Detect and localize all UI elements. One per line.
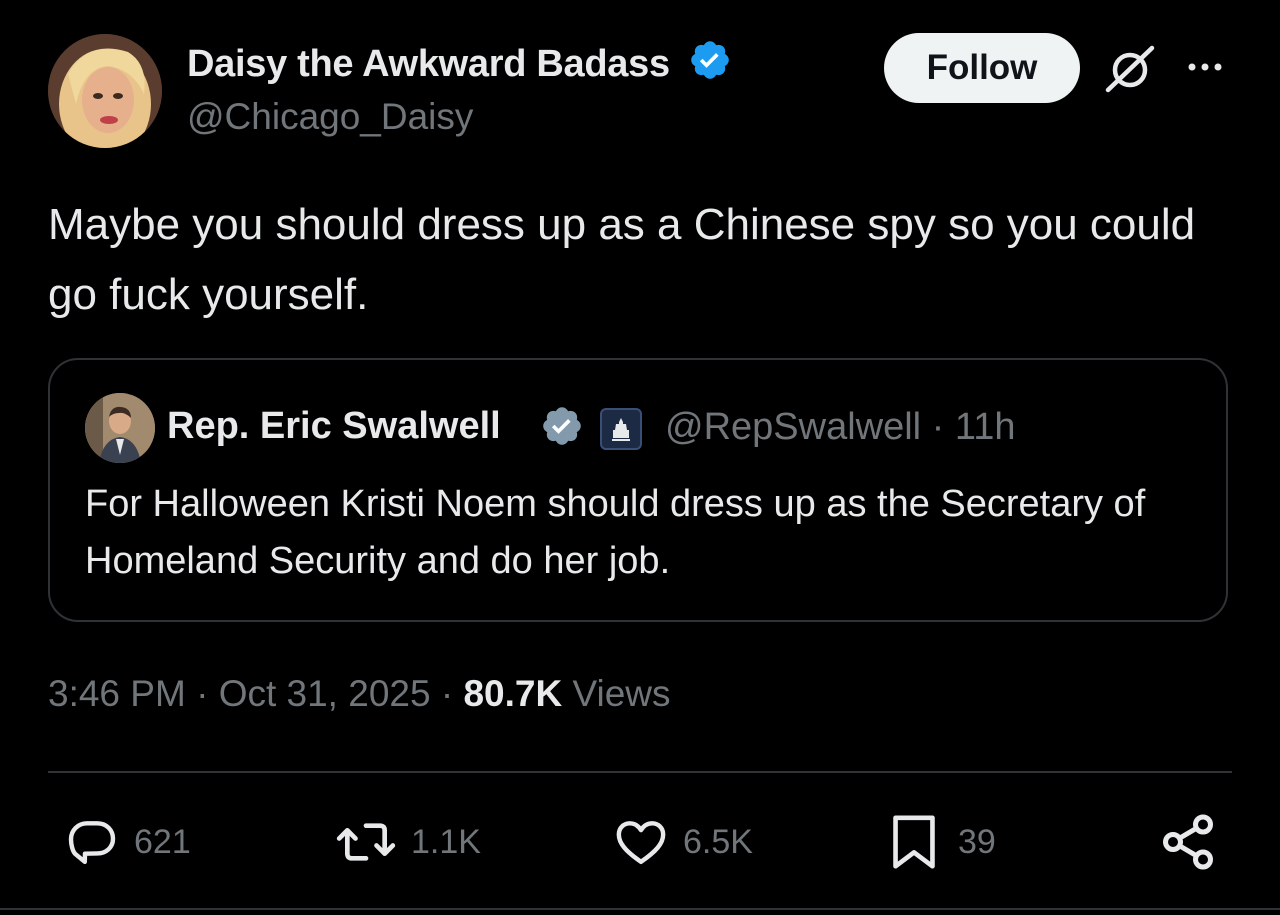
like-count: 6.5K <box>683 822 753 861</box>
bookmark-count: 39 <box>958 822 996 861</box>
author-handle[interactable]: @Chicago_Daisy <box>187 96 473 138</box>
quoted-author-name[interactable]: Rep. Eric Swalwell <box>167 405 501 448</box>
repost-icon <box>336 823 396 861</box>
views-count: 80.7K <box>463 673 563 714</box>
author-avatar[interactable] <box>48 34 162 148</box>
tweet-text: Maybe you should dress up as a Chinese s… <box>48 200 1196 319</box>
bottom-divider <box>0 908 1280 910</box>
bookmark-button[interactable]: 39 <box>886 812 996 872</box>
repost-count: 1.1K <box>411 822 481 861</box>
views-label: Views <box>572 673 671 714</box>
quoted-tweet[interactable]: Rep. Eric Swalwell @RepSwalwell · 11h Fo… <box>48 358 1228 622</box>
divider <box>48 771 1232 773</box>
author-name-text[interactable]: Daisy the Awkward Badass <box>187 43 670 85</box>
author-name[interactable]: Daisy the Awkward Badass <box>187 38 732 86</box>
tweet-time[interactable]: 3:46 PM <box>48 673 186 714</box>
like-button[interactable]: 6.5K <box>611 812 753 872</box>
share-icon <box>1163 814 1213 870</box>
meta-separator: · <box>196 673 209 714</box>
house-affiliation-badge-icon[interactable] <box>600 408 642 450</box>
verified-badge-icon <box>691 41 729 79</box>
quoted-author-avatar[interactable] <box>85 393 155 463</box>
share-button[interactable] <box>1158 812 1218 872</box>
tweet-meta: 3:46 PM · Oct 31, 2025 · 80.7K Views <box>48 673 671 715</box>
quoted-handle-time[interactable]: @RepSwalwell · 11h <box>665 406 1015 449</box>
grok-icon[interactable] <box>1102 44 1158 94</box>
more-icon[interactable] <box>1180 50 1230 84</box>
quoted-tweet-text: For Halloween Kristi Noem should dress u… <box>85 483 1146 582</box>
heart-icon <box>616 821 666 865</box>
gray-verified-badge-icon <box>543 407 581 445</box>
bookmark-icon <box>893 815 935 869</box>
reply-button[interactable]: 621 <box>62 812 191 872</box>
meta-separator: · <box>440 673 454 714</box>
follow-button[interactable]: Follow <box>884 33 1080 103</box>
repost-button[interactable]: 1.1K <box>333 812 481 872</box>
reply-count: 621 <box>134 822 191 861</box>
tweet-date[interactable]: Oct 31, 2025 <box>219 673 431 714</box>
reply-icon <box>68 821 116 865</box>
